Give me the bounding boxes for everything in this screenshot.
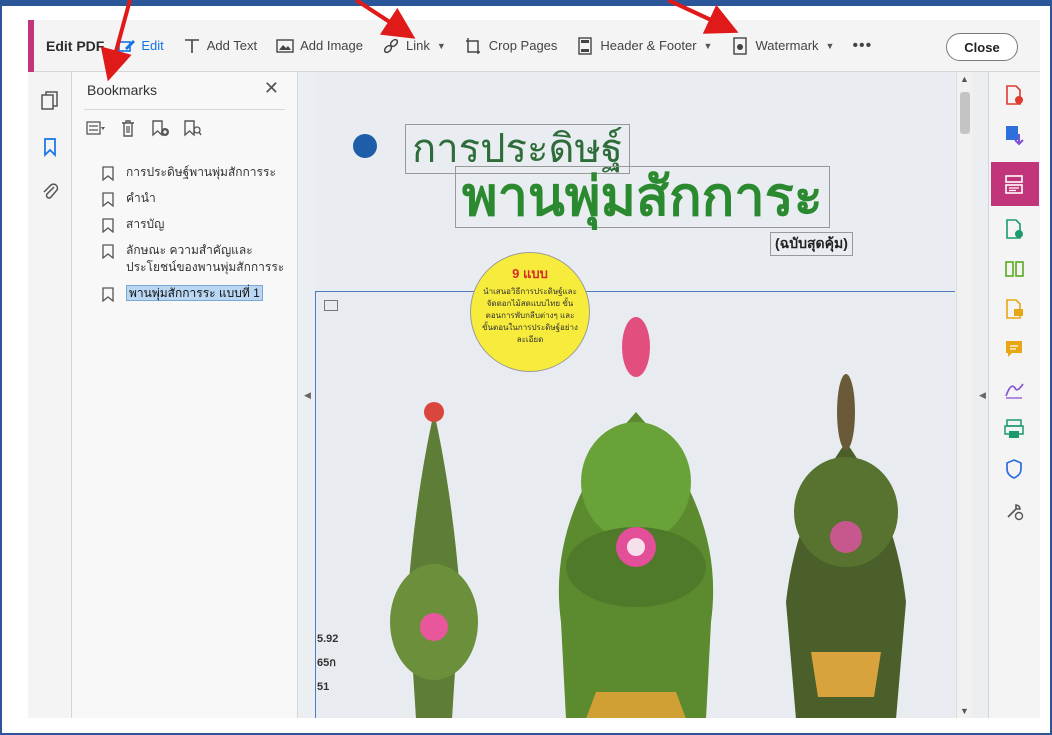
arrow-to-link: [354, 0, 416, 39]
arrow-to-bookmarks: [100, 0, 132, 82]
arrow-to-header-footer: [667, 0, 739, 34]
annotation-arrows: [100, 0, 739, 82]
